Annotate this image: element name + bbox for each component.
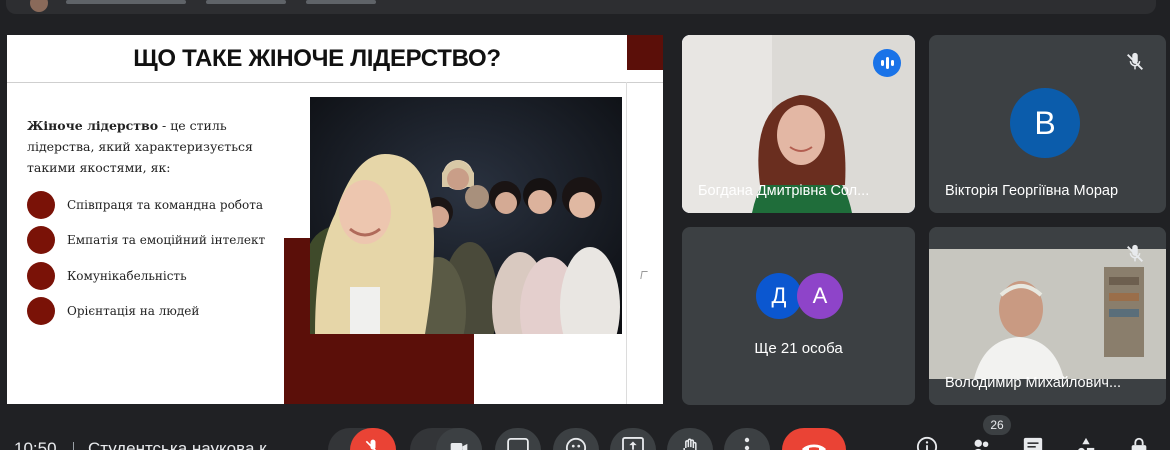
avatar: Д (756, 273, 802, 319)
bullet-item: Комунікабельність (27, 258, 287, 294)
slide-divider (7, 82, 663, 83)
truncated-text (206, 0, 286, 4)
hang-up-icon (802, 444, 826, 450)
top-notification-strip (0, 0, 1170, 18)
camera-icon (450, 443, 468, 450)
more-options-button[interactable] (724, 428, 770, 450)
raise-hand-button[interactable] (667, 428, 713, 450)
meeting-info-icon[interactable] (916, 436, 938, 450)
emoji-icon (565, 437, 587, 450)
slide-title: ЩО ТАКЕ ЖІНОЧЕ ЛІДЕРСТВО? (133, 45, 501, 72)
mic-off-icon (1127, 52, 1143, 70)
present-screen-icon (622, 437, 644, 450)
divider (73, 442, 74, 450)
bullet-dot (27, 226, 55, 255)
meeting-title: Студентська наукова к (88, 439, 267, 450)
bullet-dot (27, 190, 55, 219)
intro-bold: Жіноче лідерство (27, 118, 159, 133)
bullet-text: Орієнтація на людей (67, 304, 200, 319)
slide-corner-accent (627, 35, 663, 70)
slide-intro-text: Жіноче лідерство - це стиль лідерства, я… (27, 115, 297, 178)
participant-tile-speaker[interactable]: Богдана Дмитрівна Сол... (682, 35, 915, 213)
hand-icon (683, 438, 697, 450)
captions-button[interactable] (495, 428, 541, 450)
bullet-dot (27, 261, 55, 290)
bullet-item: Орієнтація на людей (27, 294, 287, 330)
bullet-text: Комунікабельність (67, 268, 187, 283)
mic-off-icon (365, 439, 377, 450)
participant-name: Володимир Михайлович... (945, 375, 1122, 391)
mic-off-icon (1127, 244, 1143, 262)
leave-call-button[interactable] (782, 428, 846, 450)
notification-pill[interactable] (6, 0, 1156, 14)
more-vert-icon (744, 437, 750, 450)
participant-name: Богдана Дмитрівна Сол... (698, 183, 870, 199)
pointer-icon (640, 271, 648, 279)
emoji-button[interactable] (553, 428, 599, 450)
participant-tile-volodymyr[interactable]: Володимир Михайлович... (929, 227, 1166, 405)
avatar: В (1010, 88, 1080, 158)
truncated-text (66, 0, 186, 4)
more-participants-label: Ще 21 особа (754, 340, 843, 357)
chat-icon[interactable] (1022, 436, 1044, 450)
speaking-indicator-icon (873, 49, 901, 77)
avatar: А (797, 273, 843, 319)
participant-tile-others[interactable]: Д А Ще 21 особа (682, 227, 915, 405)
bullet-text: Емпатія та емоційний інтелект (67, 233, 266, 248)
group-photo-image (310, 97, 622, 334)
participant-tile-viktoriia[interactable]: В Вікторія Георгіївна Морар (929, 35, 1166, 213)
avatar (30, 0, 48, 12)
truncated-text (306, 0, 376, 4)
participant-name: Вікторія Георгіївна Морар (945, 183, 1119, 199)
host-controls-lock-icon[interactable] (1128, 436, 1150, 450)
bullet-item: Співпраця та командна робота (27, 187, 287, 223)
people-icon[interactable] (970, 436, 992, 450)
clock: 10:50 (14, 439, 57, 450)
group-photo (310, 97, 622, 334)
bullet-dot (27, 297, 55, 326)
meet-window: ЩО ТАКЕ ЖІНОЧЕ ЛІДЕРСТВО? Жіноче лідерст… (0, 0, 1170, 450)
present-button[interactable] (610, 428, 656, 450)
presentation-slide: ЩО ТАКЕ ЖІНОЧЕ ЛІДЕРСТВО? Жіноче лідерст… (7, 35, 663, 404)
bottom-control-bar: 10:50 Студентська наукова к (0, 412, 1170, 450)
bullet-item: Емпатія та емоційний інтелект (27, 223, 287, 259)
captions-icon (507, 438, 529, 450)
slide-vertical-divider (626, 82, 627, 404)
bullet-text: Співпраця та командна робота (67, 197, 264, 212)
activities-icon[interactable] (1075, 436, 1097, 450)
bullet-list: Співпраця та командна робота Емпатія та … (27, 187, 287, 329)
